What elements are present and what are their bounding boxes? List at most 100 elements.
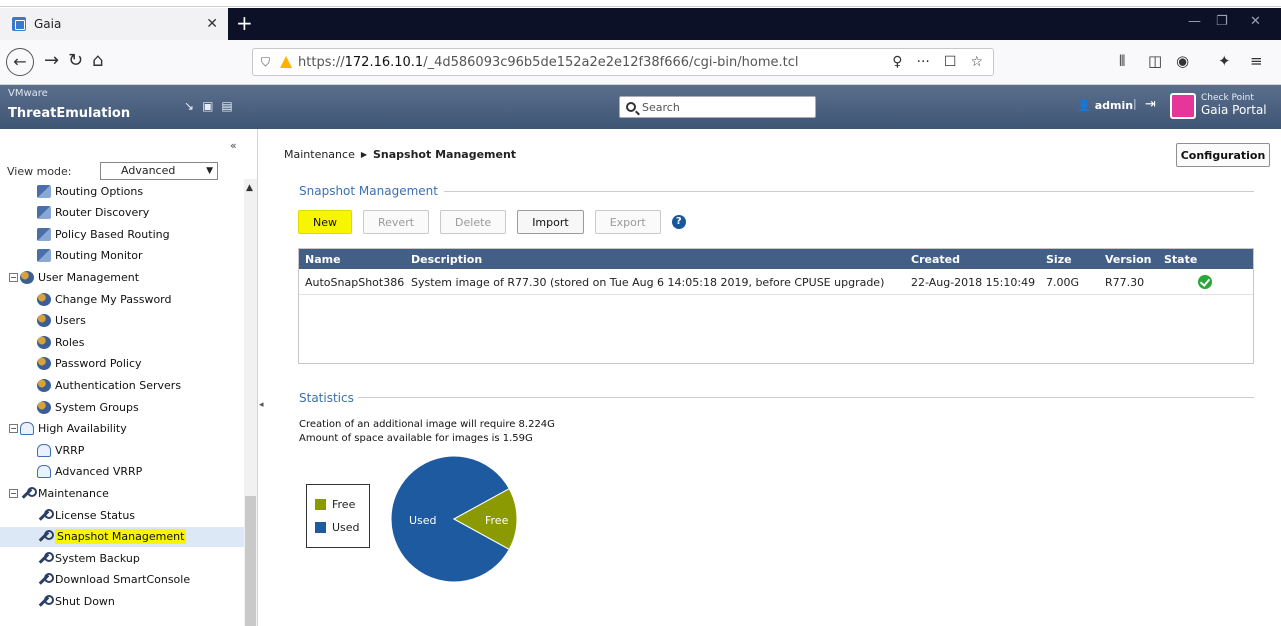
minimize-icon[interactable]: — xyxy=(1188,14,1201,29)
delete-button[interactable]: Delete xyxy=(440,210,507,234)
configuration-button[interactable]: Configuration xyxy=(1176,143,1270,167)
sidebar-toggle-icon[interactable]: ◫ xyxy=(1148,52,1162,70)
sidebar-item[interactable]: Change My Password xyxy=(0,289,244,309)
sidebar-item[interactable]: Router Discovery xyxy=(0,203,244,223)
collapse-sidebar-icon[interactable]: « xyxy=(230,139,237,152)
sidebar-item[interactable]: − Maintenance xyxy=(0,483,244,503)
key-icon[interactable]: ♀ xyxy=(892,54,902,70)
column-header-state[interactable]: State xyxy=(1164,253,1197,266)
scrollbar-thumb[interactable] xyxy=(245,496,256,626)
column-header-size[interactable]: Size xyxy=(1046,253,1072,266)
url-text[interactable]: https://172.16.10.1/_4d586093c96b5de152a… xyxy=(298,55,892,70)
close-tab-icon[interactable]: ✕ xyxy=(206,16,218,32)
import-button[interactable]: Import xyxy=(517,210,584,234)
collapse-node-icon[interactable]: − xyxy=(9,272,18,282)
sidebar-item[interactable]: − User Management xyxy=(0,267,244,287)
disk-usage-pie-chart: Used Free xyxy=(390,455,518,583)
bookmark-star-icon[interactable]: ☆ xyxy=(970,54,983,70)
sidebar-item[interactable]: Password Policy xyxy=(0,354,244,374)
pocket-icon[interactable]: ☐ xyxy=(944,54,957,70)
sidebar-item[interactable]: − High Availability xyxy=(0,419,244,439)
revert-button[interactable]: Revert xyxy=(363,210,430,234)
column-header-name[interactable]: Name xyxy=(305,253,341,266)
route-icon xyxy=(37,206,51,220)
sidebar-item-label: High Availability xyxy=(38,422,127,436)
breadcrumb-current: Snapshot Management xyxy=(373,148,517,161)
insecure-lock-icon[interactable] xyxy=(280,56,293,68)
export-button[interactable]: Export xyxy=(594,210,661,234)
sidebar-item[interactable]: Snapshot Management xyxy=(0,526,244,547)
wrench-icon xyxy=(37,594,54,608)
logout-icon[interactable]: ⇥ xyxy=(1145,97,1156,112)
search-input[interactable]: Search xyxy=(619,96,816,118)
sidebar-item[interactable]: Policy Based Routing xyxy=(0,224,244,244)
restore-icon[interactable]: ❐ xyxy=(1216,14,1228,29)
extensions-icon[interactable]: ✦ xyxy=(1218,52,1231,70)
home-icon[interactable]: ⌂ xyxy=(92,50,103,72)
wrench-icon xyxy=(37,551,54,565)
page-actions-icon[interactable]: ··· xyxy=(917,54,930,70)
help-icon[interactable]: ? xyxy=(671,215,686,229)
cell-size: 7.00G xyxy=(1046,276,1080,289)
back-icon[interactable]: ← xyxy=(6,48,34,76)
table-row[interactable]: AutoSnapShot386 System image of R77.30 (… xyxy=(299,269,1253,295)
sidebar-item[interactable]: Download SmartConsole xyxy=(0,570,244,590)
sidebar-item-label: Users xyxy=(55,314,86,328)
breadcrumb-parent[interactable]: Maintenance xyxy=(284,148,355,161)
forward-icon[interactable]: → xyxy=(44,50,59,72)
collapse-node-icon[interactable]: − xyxy=(9,424,18,434)
browser-tab[interactable]: Gaia ✕ xyxy=(0,8,228,40)
new-snapshot-button[interactable]: New xyxy=(298,210,352,234)
sidebar-item[interactable]: Users xyxy=(0,311,244,331)
reload-icon[interactable]: ↻ xyxy=(68,50,83,72)
sidebar-item-label: Routing Monitor xyxy=(55,249,143,263)
sidebar-item-label: User Management xyxy=(38,270,140,284)
sidebar-item-label: Roles xyxy=(55,335,85,349)
sidebar-item-label: Shut Down xyxy=(55,594,115,608)
sidebar-item[interactable]: License Status xyxy=(0,505,244,525)
sidebar-item[interactable]: Authentication Servers xyxy=(0,375,244,395)
brand-vendor: VMware xyxy=(8,88,48,99)
user-menu[interactable]: 👤 admin xyxy=(1077,99,1133,112)
account-icon[interactable]: ◉ xyxy=(1176,52,1189,70)
menu-icon[interactable]: ≡ xyxy=(1250,52,1263,70)
sidebar-item[interactable]: Roles xyxy=(0,332,244,352)
route-icon xyxy=(37,249,51,263)
document-icon[interactable]: ▤ xyxy=(221,99,232,113)
sidebar-item[interactable]: Advanced VRRP xyxy=(0,462,244,482)
sidebar-item[interactable]: Routing Monitor xyxy=(0,246,244,266)
cell-description: System image of R77.30 (stored on Tue Au… xyxy=(411,276,885,289)
section-title-statistics: Statistics xyxy=(299,391,354,405)
sidebar-item[interactable]: System Groups xyxy=(0,397,244,417)
new-tab-icon[interactable]: + xyxy=(236,12,253,34)
splitter-handle-icon[interactable]: ◂ xyxy=(259,400,264,410)
close-window-icon[interactable]: ✕ xyxy=(1250,14,1261,29)
sidebar-item-label: Authentication Servers xyxy=(55,378,182,392)
scroll-up-icon[interactable]: ▲ xyxy=(246,183,253,193)
sidebar-item-label: System Backup xyxy=(55,551,140,565)
sidebar-item[interactable]: Shut Down xyxy=(0,591,244,611)
sidebar-item[interactable]: Routing Options xyxy=(0,181,244,201)
view-mode-select[interactable]: Advanced ▼ xyxy=(100,162,218,180)
column-header-version[interactable]: Version xyxy=(1105,253,1152,266)
collapse-node-icon[interactable]: − xyxy=(9,488,18,498)
terminal-icon[interactable]: ▣ xyxy=(202,99,213,113)
sidebar-item-label: Change My Password xyxy=(55,292,172,306)
snapshot-table: Name Description Created Size Version St… xyxy=(298,248,1254,364)
library-icon[interactable]: ⫴ xyxy=(1119,52,1125,70)
pie-label-free: Free xyxy=(485,514,509,527)
route-icon xyxy=(37,184,51,198)
column-header-description[interactable]: Description xyxy=(411,253,482,266)
sidebar-item-label: Routing Options xyxy=(55,184,144,198)
address-bar[interactable]: ⛉ https://172.16.10.1/_4d586093c96b5de15… xyxy=(252,48,994,76)
sidebar-scrollbar[interactable]: ▲ xyxy=(244,179,257,626)
sidebar-item[interactable]: VRRP xyxy=(0,440,244,460)
search-icon xyxy=(626,102,636,112)
tracking-shield-icon[interactable]: ⛉ xyxy=(261,55,270,70)
table-header: Name Description Created Size Version St… xyxy=(299,249,1253,269)
legend-item-used: Used xyxy=(315,521,360,534)
column-header-created[interactable]: Created xyxy=(911,253,960,266)
users-icon xyxy=(20,270,34,284)
wand-icon[interactable]: ↘ xyxy=(184,99,194,113)
sidebar-item[interactable]: System Backup xyxy=(0,548,244,568)
